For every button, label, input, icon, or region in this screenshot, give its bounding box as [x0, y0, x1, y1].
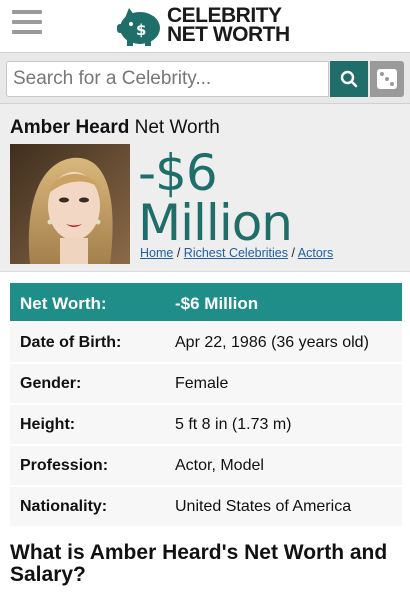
table-row-nationality: Nationality: United States of America	[10, 487, 402, 528]
table-row-height: Height: 5 ft 8 in (1.73 m)	[10, 405, 402, 446]
row-value: Female	[175, 375, 229, 392]
dice-icon	[377, 69, 397, 89]
row-label: Date of Birth:	[20, 334, 122, 351]
random-celebrity-button[interactable]	[370, 61, 404, 97]
table-row-gender: Gender: Female	[10, 364, 402, 405]
net-worth-headline: -$6 Million	[138, 144, 293, 252]
row-label: Height:	[20, 416, 76, 433]
net-worth-unit: Million	[138, 194, 293, 252]
search-input[interactable]	[6, 61, 329, 97]
row-value: United States of America	[175, 498, 352, 515]
search-bar	[0, 52, 410, 104]
net-worth-amount: -$6	[138, 144, 218, 202]
breadcrumb-richest-celebrities[interactable]: Richest Celebrities	[184, 246, 288, 260]
row-label: Nationality:	[20, 498, 108, 515]
site-header: $ CELEBRITY NET WORTH	[0, 0, 410, 52]
row-label: Net Worth:	[20, 294, 107, 313]
article-heading: What is Amber Heard's Net Worth and Sala…	[10, 541, 388, 586]
svg-text:$: $	[136, 21, 146, 39]
profile-hero: Amber Heard Net Worth -$6 Million Home /…	[0, 104, 410, 272]
celebrity-name: Amber Heard	[10, 117, 130, 138]
row-value: 5 ft 8 in (1.73 m)	[175, 416, 292, 433]
title-suffix: Net Worth	[134, 117, 220, 138]
breadcrumb: Home / Richest Celebrities / Actors	[140, 246, 333, 260]
info-table: Net Worth: -$6 Million Date of Birth: Ap…	[10, 283, 402, 528]
page-title: Amber Heard Net Worth	[10, 117, 220, 139]
site-logo[interactable]: $ CELEBRITY NET WORTH	[115, 3, 305, 49]
logo-line-2: NET WORTH	[167, 23, 290, 46]
search-icon	[340, 70, 358, 88]
row-value: Apr 22, 1986 (36 years old)	[175, 334, 369, 351]
breadcrumb-separator: /	[176, 246, 181, 260]
hamburger-menu-icon[interactable]	[12, 10, 42, 40]
row-label: Profession:	[20, 457, 109, 474]
row-value: Actor, Model	[175, 457, 264, 474]
table-row-profession: Profession: Actor, Model	[10, 446, 402, 487]
piggy-bank-icon: $	[117, 8, 160, 46]
row-value: -$6 Million	[175, 294, 259, 313]
breadcrumb-separator: /	[291, 246, 295, 260]
row-label: Gender:	[20, 375, 82, 392]
celebrity-photo	[10, 144, 130, 264]
logo-text: CELEBRITY NET WORTH	[167, 5, 290, 46]
table-row-net-worth: Net Worth: -$6 Million	[10, 283, 402, 323]
table-row-date-of-birth: Date of Birth: Apr 22, 1986 (36 years ol…	[10, 323, 402, 364]
breadcrumb-home[interactable]: Home	[140, 246, 173, 260]
breadcrumb-actors[interactable]: Actors	[298, 246, 333, 260]
celebrity-photo-image	[10, 144, 130, 264]
search-button[interactable]	[330, 61, 368, 97]
